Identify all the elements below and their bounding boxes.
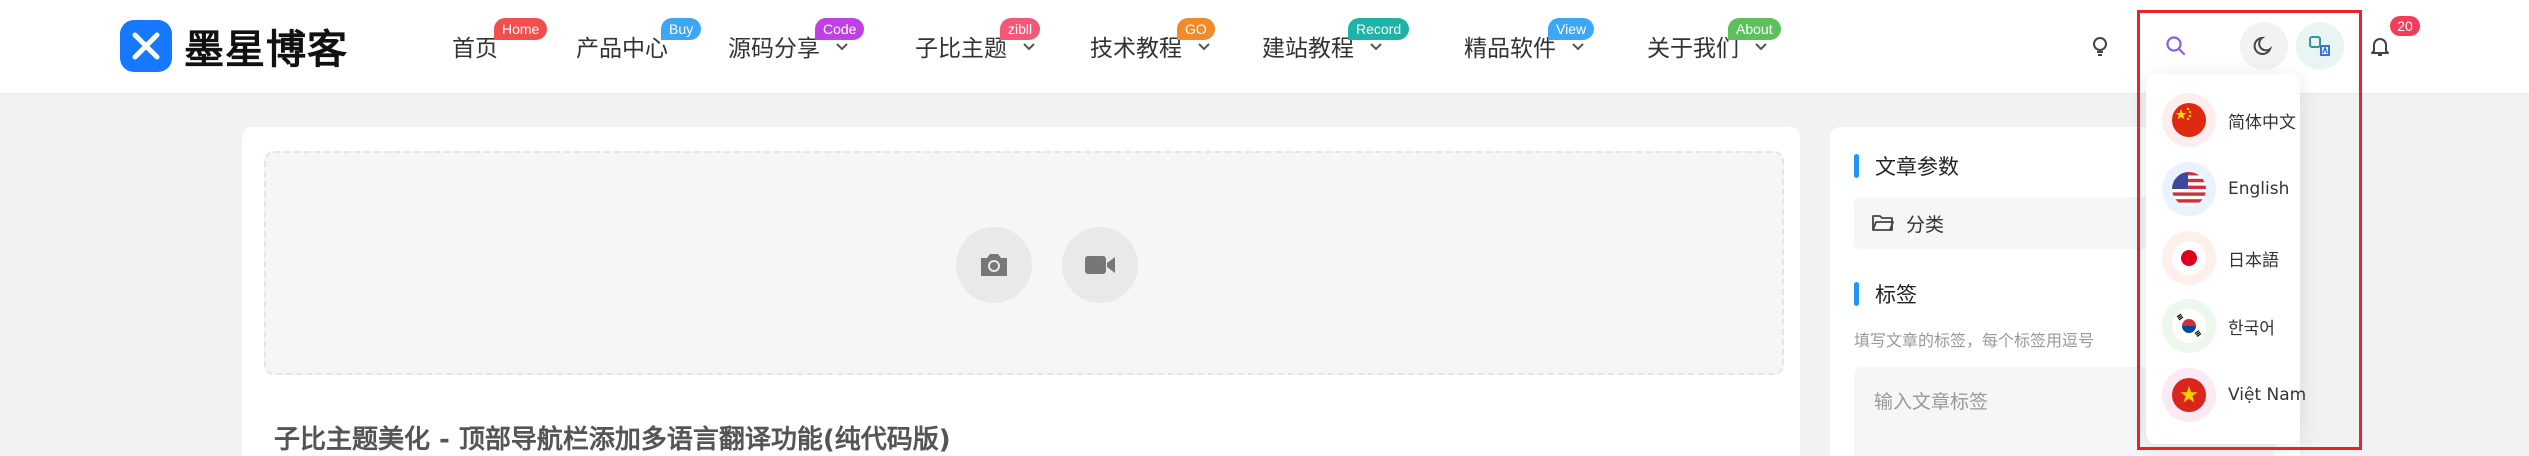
nav-badge: zibll xyxy=(1000,18,1041,40)
folder-icon xyxy=(1872,215,1894,231)
chevron-down-icon xyxy=(1370,43,1382,51)
bell-icon xyxy=(2371,38,2389,56)
flag-badge xyxy=(2162,93,2216,147)
nav-badge: View xyxy=(1548,18,1595,40)
vn-flag-icon xyxy=(2172,378,2206,412)
moon-icon xyxy=(2253,36,2273,55)
lang-label: 한국어 xyxy=(2228,318,2275,339)
translate-button[interactable] xyxy=(2296,22,2344,70)
media-upload-zone[interactable] xyxy=(264,151,1784,375)
nav-badge: Home xyxy=(494,18,548,40)
chevron-down-icon xyxy=(1023,43,1035,51)
nav-label: 技术教程 xyxy=(1090,36,1182,62)
tags-section-title: 标签 xyxy=(1854,279,1917,309)
section-bar xyxy=(1854,154,1859,178)
nav-badge: Buy xyxy=(661,18,702,40)
jp-flag-icon xyxy=(2172,241,2206,275)
lang-option-vi[interactable]: Việt Nam xyxy=(2162,367,2306,423)
chevron-down-icon xyxy=(1198,43,1210,51)
tags-title-text: 标签 xyxy=(1875,283,1917,307)
language-dropdown: 简体中文 English 日本語 한국어 Việt Nam xyxy=(2146,74,2306,444)
kr-flag-icon xyxy=(2172,309,2206,343)
lang-label: English xyxy=(2228,179,2290,199)
lightbulb-icon xyxy=(2093,37,2107,56)
nav-badge: Code xyxy=(815,18,865,40)
lang-label: Việt Nam xyxy=(2228,385,2307,405)
nav-badge: Record xyxy=(1348,18,1410,40)
lang-label: 简体中文 xyxy=(2228,112,2296,133)
logo-icon xyxy=(120,20,172,72)
nav-item-home[interactable]: 首页 xyxy=(452,28,498,64)
search-icon xyxy=(2166,36,2186,56)
camera-icon xyxy=(981,254,1007,276)
flag-badge xyxy=(2162,162,2216,216)
lang-option-en[interactable]: English xyxy=(2162,161,2289,217)
nav-badge: About xyxy=(1728,18,1781,40)
section-bar xyxy=(1854,282,1859,306)
nav-badge: GO xyxy=(1177,18,1215,40)
nav-label: 精品软件 xyxy=(1464,36,1556,62)
lang-option-zh-cn[interactable]: 简体中文 xyxy=(2162,92,2296,148)
chevron-down-icon xyxy=(836,43,848,51)
chevron-down-icon xyxy=(1572,43,1584,51)
category-label: 分类 xyxy=(1906,213,1945,236)
upload-image-button[interactable] xyxy=(956,227,1032,303)
nav-label: 源码分享 xyxy=(728,36,820,62)
tags-hint: 填写文章的标签，每个标签用逗号 xyxy=(1854,331,2095,350)
nav-label: 子比主题 xyxy=(915,36,1007,62)
translate-icon xyxy=(2309,36,2330,56)
params-section-title: 文章参数 xyxy=(1854,151,1959,181)
upload-video-button[interactable] xyxy=(1062,227,1138,303)
cn-flag-icon xyxy=(2172,103,2206,137)
nav-label: 产品中心 xyxy=(576,36,668,62)
video-camera-icon xyxy=(1085,256,1115,274)
chevron-down-icon xyxy=(1755,43,1767,51)
flag-badge xyxy=(2162,231,2216,285)
params-title-text: 文章参数 xyxy=(1875,155,1959,179)
post-title[interactable]: 子比主题美化 - 顶部导航栏添加多语言翻译功能(纯代码版) xyxy=(274,419,951,456)
nav-label: 关于我们 xyxy=(1647,36,1739,62)
lang-label: 日本語 xyxy=(2228,250,2279,271)
site-logo[interactable]: 墨星博客 xyxy=(120,20,348,73)
search-button[interactable] xyxy=(2152,22,2200,70)
editor-card: 子比主题美化 - 顶部导航栏添加多语言翻译功能(纯代码版) xyxy=(242,127,1800,456)
lang-option-ko[interactable]: 한국어 xyxy=(2162,298,2275,354)
nav-label: 建站教程 xyxy=(1262,36,1354,62)
nav-label: 首页 xyxy=(452,36,498,62)
nav-item-products[interactable]: 产品中心 xyxy=(576,28,668,64)
flag-badge xyxy=(2162,368,2216,422)
lightbulb-button[interactable] xyxy=(2076,22,2124,70)
notification-badge: 20 xyxy=(2390,16,2420,36)
us-flag-icon xyxy=(2172,172,2206,206)
brand-name: 墨星博客 xyxy=(184,27,348,73)
lang-option-ja[interactable]: 日本語 xyxy=(2162,230,2279,286)
theme-toggle-button[interactable] xyxy=(2240,22,2288,70)
flag-badge xyxy=(2162,299,2216,353)
